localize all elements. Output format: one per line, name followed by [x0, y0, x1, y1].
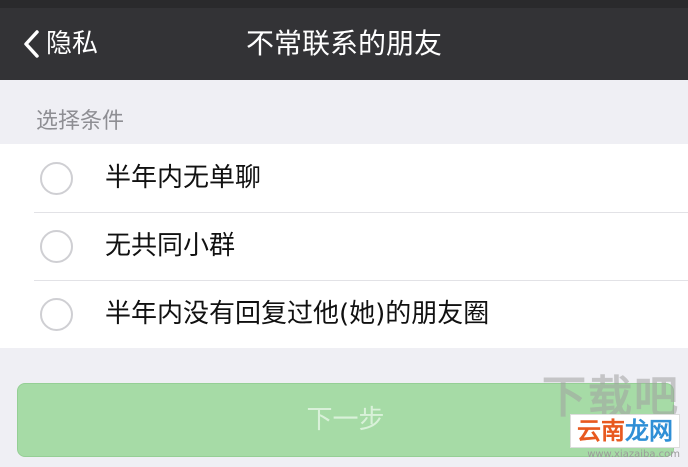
chevron-left-icon	[24, 30, 39, 58]
option-label: 半年内没有回复过他(她)的朋友圈	[105, 299, 490, 329]
option-label: 半年内无单聊	[105, 163, 262, 193]
options-list: 半年内无单聊 无共同小群 半年内没有回复过他(她)的朋友圈	[0, 144, 688, 348]
next-step-button[interactable]: 下一步	[17, 383, 674, 457]
section-header: 选择条件	[36, 109, 125, 134]
radio-button[interactable]	[40, 297, 73, 331]
option-row-no-common-group[interactable]: 无共同小群	[0, 212, 688, 280]
option-label: 无共同小群	[105, 231, 236, 261]
radio-button[interactable]	[40, 161, 73, 195]
page-title: 不常联系的朋友	[245, 27, 442, 60]
back-button[interactable]: 隐私	[22, 24, 98, 64]
option-row-no-private-chat[interactable]: 半年内无单聊	[0, 144, 688, 212]
radio-button[interactable]	[40, 229, 73, 263]
status-bar	[0, 0, 688, 8]
option-row-no-moments-reply[interactable]: 半年内没有回复过他(她)的朋友圈	[0, 280, 688, 348]
navigation-bar: 隐私 不常联系的朋友	[0, 8, 688, 80]
back-label: 隐私	[46, 29, 99, 59]
